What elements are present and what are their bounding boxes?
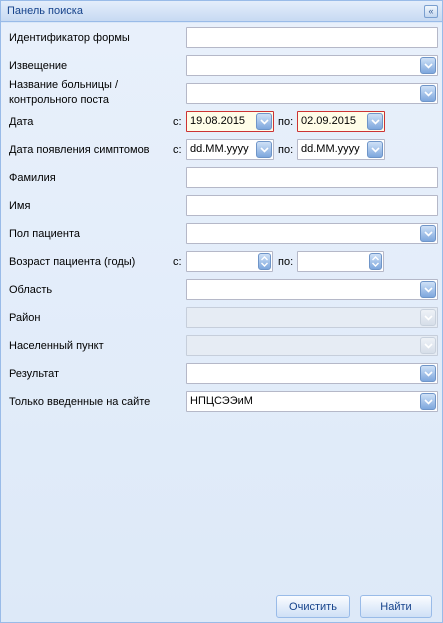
chevron-down-icon[interactable] bbox=[420, 85, 436, 102]
date-to-prefix: по: bbox=[278, 116, 294, 128]
symptoms-date-label: Дата появления симптомов bbox=[9, 144, 150, 156]
hospital-label-line1: Название больницы / bbox=[9, 79, 119, 91]
region-label: Область bbox=[9, 284, 53, 296]
locality-label: Населенный пункт bbox=[9, 340, 104, 352]
chevron-down-icon[interactable] bbox=[256, 141, 272, 158]
notice-label: Извещение bbox=[9, 60, 68, 72]
date-label: Дата bbox=[9, 116, 34, 128]
spinner-arrows-icon[interactable] bbox=[258, 253, 271, 270]
sex-label: Пол пациента bbox=[9, 228, 81, 240]
name-label: Имя bbox=[9, 200, 31, 212]
date-to-field[interactable]: 02.09.2015 bbox=[297, 111, 385, 132]
locality-select bbox=[186, 335, 438, 356]
chevron-down-icon[interactable] bbox=[420, 225, 436, 242]
panel-header: Панель поиска « bbox=[1, 1, 442, 22]
chevron-down-icon[interactable] bbox=[420, 365, 436, 382]
search-panel: Панель поиска « Идентификатор формы Изве… bbox=[0, 0, 443, 623]
age-from-spinner[interactable] bbox=[186, 251, 273, 272]
chevron-down-icon[interactable] bbox=[420, 393, 436, 410]
district-label: Район bbox=[9, 312, 41, 324]
chevron-down-icon bbox=[420, 337, 436, 354]
symptoms-to-prefix: по: bbox=[278, 144, 294, 156]
form-id-label: Идентификатор формы bbox=[9, 32, 130, 44]
spinner-arrows-icon[interactable] bbox=[369, 253, 382, 270]
chevron-down-icon[interactable] bbox=[367, 141, 383, 158]
date-from-field[interactable]: 19.08.2015 bbox=[186, 111, 274, 132]
notice-select[interactable] bbox=[186, 55, 438, 76]
date-from-prefix: с: bbox=[173, 116, 182, 128]
symptoms-from-prefix: с: bbox=[173, 144, 182, 156]
result-label: Результат bbox=[9, 368, 60, 380]
result-select[interactable] bbox=[186, 363, 438, 384]
symptoms-to-field[interactable]: dd.MM.yyyy bbox=[297, 139, 385, 160]
form-id-input[interactable] bbox=[186, 27, 438, 48]
site-only-label: Только введенные на сайте bbox=[9, 396, 151, 408]
age-to-prefix: по: bbox=[278, 256, 294, 268]
sex-select[interactable] bbox=[186, 223, 438, 244]
region-select[interactable] bbox=[186, 279, 438, 300]
name-input[interactable] bbox=[186, 195, 438, 216]
chevron-down-icon[interactable] bbox=[420, 281, 436, 298]
surname-label: Фамилия bbox=[9, 172, 56, 184]
surname-input[interactable] bbox=[186, 167, 438, 188]
chevron-down-icon[interactable] bbox=[420, 57, 436, 74]
search-button[interactable]: Найти bbox=[360, 595, 432, 618]
age-to-spinner[interactable] bbox=[297, 251, 384, 272]
age-from-prefix: с: bbox=[173, 256, 182, 268]
chevron-down-icon bbox=[420, 309, 436, 326]
panel-body: Идентификатор формы Извещение Название б… bbox=[1, 23, 442, 622]
district-select bbox=[186, 307, 438, 328]
hospital-select[interactable] bbox=[186, 83, 438, 104]
chevron-down-icon[interactable] bbox=[367, 113, 383, 130]
symptoms-from-field[interactable]: dd.MM.yyyy bbox=[186, 139, 274, 160]
chevron-down-icon[interactable] bbox=[256, 113, 272, 130]
hospital-label-line2: контрольного поста bbox=[9, 94, 110, 106]
panel-title: Панель поиска bbox=[7, 5, 83, 17]
clear-button[interactable]: Очистить bbox=[276, 595, 350, 618]
age-label: Возраст пациента (годы) bbox=[9, 256, 136, 268]
site-only-select[interactable]: НПЦСЭЭиМ bbox=[186, 391, 438, 412]
collapse-icon[interactable]: « bbox=[424, 5, 438, 18]
